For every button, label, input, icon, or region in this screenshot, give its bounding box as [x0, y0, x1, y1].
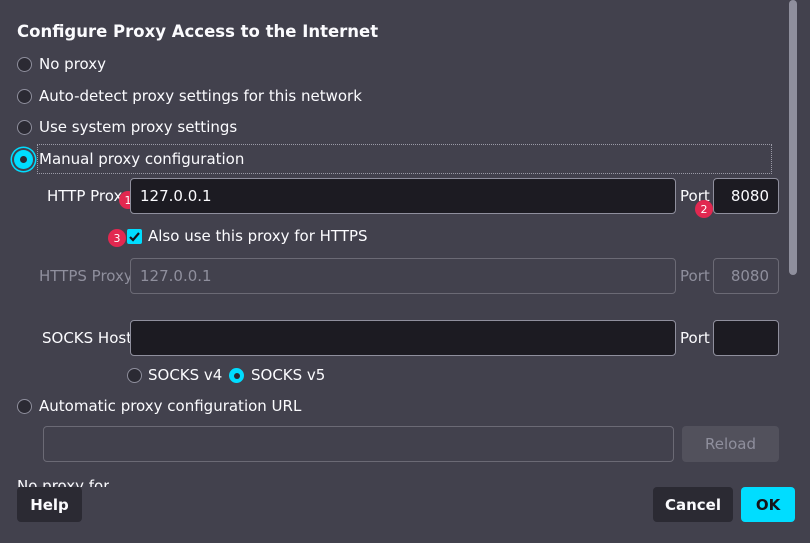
system-proxy-radio[interactable]	[17, 120, 32, 135]
no-proxy-label[interactable]: No proxy	[39, 55, 106, 73]
auto-detect-radio[interactable]	[17, 89, 32, 104]
manual-proxy-label[interactable]: Manual proxy configuration	[39, 150, 244, 168]
https-checkbox-label[interactable]: Also use this proxy for HTTPS	[148, 227, 368, 245]
dialog-title: Configure Proxy Access to the Internet	[17, 22, 379, 41]
socks-host-input[interactable]	[130, 320, 676, 356]
socks-port-label: Port	[680, 329, 710, 347]
help-button[interactable]: Help	[17, 487, 82, 522]
auto-config-url-radio[interactable]	[17, 399, 32, 414]
https-checkbox[interactable]	[127, 229, 142, 244]
socks-host-label: SOCKS Host	[42, 329, 133, 347]
http-port-input[interactable]: 8080	[713, 178, 779, 214]
auto-detect-label[interactable]: Auto-detect proxy settings for this netw…	[39, 87, 362, 105]
checkmark-icon	[129, 232, 140, 242]
ok-button[interactable]: OK	[741, 487, 795, 522]
https-proxy-input[interactable]: 127.0.0.1	[130, 258, 676, 294]
auto-config-url-label[interactable]: Automatic proxy configuration URL	[39, 397, 301, 415]
socks-v5-label[interactable]: SOCKS v5	[251, 366, 325, 384]
https-proxy-label: HTTPS Proxy	[39, 267, 133, 285]
cancel-button[interactable]: Cancel	[653, 487, 733, 522]
socks-port-input[interactable]	[713, 320, 779, 356]
annotation-badge-2: 2	[695, 200, 713, 218]
system-proxy-label[interactable]: Use system proxy settings	[39, 118, 237, 136]
socks-v5-radio[interactable]	[229, 368, 244, 383]
scrollbar-thumb[interactable]	[789, 0, 797, 275]
auto-config-url-input[interactable]	[43, 426, 674, 462]
socks-v4-radio[interactable]	[127, 368, 142, 383]
reload-button[interactable]: Reload	[682, 426, 779, 462]
no-proxy-radio[interactable]	[17, 57, 32, 72]
https-port-input[interactable]: 8080	[713, 258, 779, 294]
socks-v4-label[interactable]: SOCKS v4	[148, 366, 222, 384]
https-port-label: Port	[680, 267, 710, 285]
no-proxy-for-label: No proxy for	[17, 477, 110, 487]
manual-proxy-radio[interactable]	[14, 150, 33, 169]
http-proxy-input[interactable]: 127.0.0.1	[130, 178, 676, 214]
annotation-badge-3: 3	[108, 229, 126, 247]
